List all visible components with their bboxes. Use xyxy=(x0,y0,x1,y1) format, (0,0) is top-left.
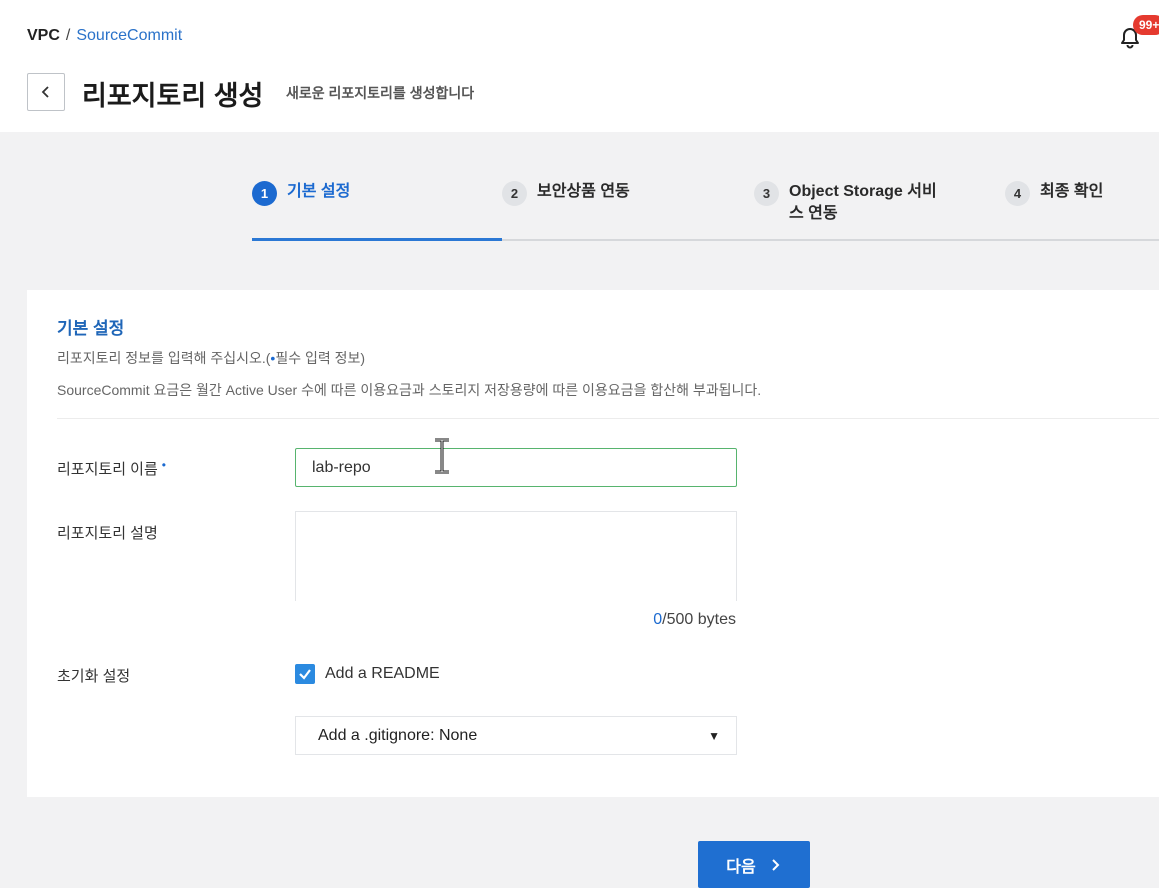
page-title: 리포지토리 생성 xyxy=(82,81,264,111)
byte-counter: 0/500 bytes xyxy=(295,611,736,629)
pricing-note: SourceCommit 요금은 월간 Active User 수에 따른 이용… xyxy=(57,382,762,398)
next-button-label: 다음 xyxy=(726,858,756,876)
gitignore-select[interactable]: Add a .gitignore: None ▼ xyxy=(295,716,737,755)
step-number: 4 xyxy=(1005,181,1030,206)
chevron-left-icon xyxy=(41,86,49,98)
breadcrumb-current[interactable]: SourceCommit xyxy=(76,27,182,45)
init-settings-label: 초기화 설정 xyxy=(57,668,131,685)
step-number: 1 xyxy=(252,181,277,206)
repo-name-label: 리포지토리 이름 • xyxy=(57,458,166,479)
basic-settings-card: 기본 설정 리포지토리 정보를 입력해 주십시오.(•필수 입력 정보) Sou… xyxy=(27,290,1159,797)
divider xyxy=(57,418,1159,419)
dropdown-caret-icon: ▼ xyxy=(708,728,720,743)
step-number: 3 xyxy=(754,181,779,206)
repo-name-label-text: 리포지토리 이름 xyxy=(57,461,158,478)
byte-current: 0 xyxy=(653,611,663,628)
repo-description-textarea[interactable] xyxy=(295,511,737,601)
notification-badge: 99+ xyxy=(1133,15,1159,35)
next-button[interactable]: 다음 xyxy=(698,841,810,888)
readme-checkbox-row[interactable]: Add a README xyxy=(295,664,440,684)
section-description: 리포지토리 정보를 입력해 주십시오.(•필수 입력 정보) xyxy=(57,348,365,368)
back-button[interactable] xyxy=(27,73,65,111)
page-subtitle: 새로운 리포지토리를 생성합니다 xyxy=(286,85,475,101)
description-prefix: 리포지토리 정보를 입력해 주십시오.( xyxy=(57,350,271,366)
chevron-right-icon xyxy=(772,858,780,871)
step-basic-settings[interactable]: 1 기본 설정 xyxy=(252,181,350,206)
breadcrumb-root[interactable]: VPC xyxy=(27,27,60,45)
repo-description-label: 리포지토리 설명 xyxy=(57,525,158,542)
readme-checkbox[interactable] xyxy=(295,664,315,684)
description-suffix: 필수 입력 정보) xyxy=(275,350,366,366)
byte-limit: /500 bytes xyxy=(662,611,736,628)
step-label: 보안상품 연동 xyxy=(537,183,630,200)
breadcrumb: VPC / SourceCommit xyxy=(27,27,182,45)
gitignore-selected-value: Add a .gitignore: None xyxy=(318,726,478,744)
checkmark-icon xyxy=(299,669,311,680)
readme-checkbox-label: Add a README xyxy=(325,665,440,682)
step-security-integration[interactable]: 2 보안상품 연동 xyxy=(502,181,630,206)
top-header: VPC / SourceCommit 99+ 리포지토리 생성 새로운 리포지토… xyxy=(0,0,1159,132)
section-title: 기본 설정 xyxy=(57,319,125,338)
step-label: Object Storage 서비스 연동 xyxy=(789,183,937,222)
step-label: 기본 설정 xyxy=(287,183,351,200)
repo-name-input[interactable] xyxy=(295,448,737,487)
step-number: 2 xyxy=(502,181,527,206)
required-dot: • xyxy=(161,458,166,472)
stepper: 1 기본 설정 2 보안상품 연동 3 Object Storage 서비스 연… xyxy=(252,175,1159,245)
stepper-active-bar xyxy=(252,238,502,241)
step-object-storage-integration[interactable]: 3 Object Storage 서비스 연동 xyxy=(754,181,939,225)
step-label: 최종 확인 xyxy=(1040,183,1104,200)
step-final-review[interactable]: 4 최종 확인 xyxy=(1005,181,1103,206)
breadcrumb-separator: / xyxy=(65,27,71,44)
